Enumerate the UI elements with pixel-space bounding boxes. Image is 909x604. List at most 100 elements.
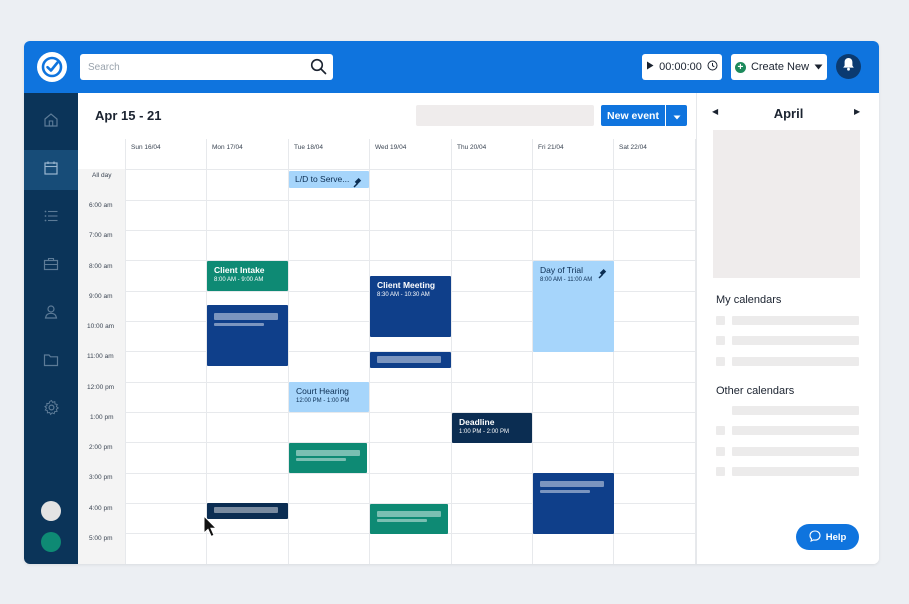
calendar-list-item[interactable] bbox=[716, 357, 860, 366]
time-label: 3:00 pm bbox=[89, 474, 113, 481]
app-logo-icon[interactable] bbox=[37, 52, 67, 82]
gavel-icon bbox=[598, 266, 608, 284]
event-text-placeholder bbox=[214, 507, 278, 513]
sidebar bbox=[24, 93, 78, 564]
grid-row-line bbox=[125, 442, 695, 443]
calendar-list-item[interactable] bbox=[716, 426, 860, 435]
right-panel: ◀ April ▶ My calendars Other calendars H… bbox=[696, 93, 879, 564]
sidebar-item-settings[interactable] bbox=[24, 390, 78, 430]
search-input[interactable] bbox=[80, 54, 300, 80]
top-bar: 00:00:00 + Create New bbox=[24, 41, 879, 93]
date-range-title: Apr 15 - 21 bbox=[95, 108, 162, 123]
event-placeholder[interactable] bbox=[207, 305, 288, 366]
time-label: 10:00 am bbox=[87, 323, 115, 330]
event-text-placeholder bbox=[377, 356, 441, 363]
sidebar-item-documents[interactable] bbox=[24, 342, 78, 382]
event-placeholder[interactable] bbox=[370, 504, 448, 534]
briefcase-icon bbox=[43, 256, 59, 277]
sidebar-item-contacts[interactable] bbox=[24, 294, 78, 334]
event-text-placeholder bbox=[296, 458, 346, 461]
next-month-button[interactable]: ▶ bbox=[854, 107, 860, 116]
event-ld-to-serve[interactable]: L/D to Serve... bbox=[289, 171, 369, 188]
event-text-placeholder bbox=[214, 323, 264, 326]
plus-icon: + bbox=[734, 61, 746, 73]
calendar-list-item[interactable] bbox=[716, 336, 860, 345]
event-time: 8:00 AM - 9:00 AM bbox=[214, 277, 264, 283]
other-calendars-title: Other calendars bbox=[716, 385, 795, 397]
day-header-sat: Sat 22/04 bbox=[619, 144, 647, 151]
new-event-button[interactable]: New event bbox=[601, 105, 665, 126]
event-text-placeholder bbox=[377, 519, 427, 522]
event-time: 8:00 AM - 11:00 AM bbox=[540, 277, 593, 283]
event-client-meeting[interactable]: Client Meeting 8:30 AM - 10:30 AM bbox=[370, 276, 451, 337]
bell-icon bbox=[842, 57, 855, 76]
calendar-list-item[interactable] bbox=[716, 447, 860, 456]
event-deadline[interactable]: Deadline 1:00 PM - 2:00 PM bbox=[452, 413, 532, 443]
time-label: 9:00 am bbox=[89, 293, 113, 300]
grid-row-line bbox=[125, 200, 695, 201]
new-event-dropdown-button[interactable] bbox=[666, 105, 687, 126]
calendar-main: Apr 15 - 21 New event Sun 16/04 Mon 17/0… bbox=[78, 93, 696, 564]
mouse-cursor-icon bbox=[203, 514, 219, 544]
event-title: Court Hearing bbox=[296, 386, 349, 396]
sidebar-item-matters[interactable] bbox=[24, 246, 78, 286]
time-label: 2:00 pm bbox=[89, 444, 113, 451]
notifications-button[interactable] bbox=[836, 54, 861, 79]
calendar-list-item[interactable] bbox=[716, 406, 860, 415]
mini-calendar[interactable] bbox=[713, 130, 860, 278]
sidebar-item-calendar[interactable] bbox=[24, 150, 78, 190]
my-calendars-title: My calendars bbox=[716, 294, 782, 306]
user-avatar[interactable] bbox=[41, 501, 61, 521]
sidebar-item-tasks[interactable] bbox=[24, 198, 78, 238]
day-header-fri: Fri 21/04 bbox=[538, 144, 564, 151]
event-placeholder[interactable] bbox=[207, 503, 288, 519]
event-title: Deadline bbox=[459, 417, 495, 427]
sidebar-item-home[interactable] bbox=[24, 102, 78, 142]
calendar-list-item[interactable] bbox=[716, 316, 860, 325]
event-client-intake[interactable]: Client Intake 8:00 AM - 9:00 AM bbox=[207, 261, 288, 291]
event-court-hearing[interactable]: Court Hearing 12:00 PM - 1:00 PM bbox=[289, 382, 369, 412]
create-new-label: Create New bbox=[750, 61, 810, 73]
caret-down-icon bbox=[814, 61, 823, 73]
event-title: Client Intake bbox=[214, 265, 265, 275]
time-label: 12:00 pm bbox=[87, 384, 115, 391]
grid-row-line bbox=[125, 412, 695, 413]
play-icon bbox=[646, 61, 654, 73]
time-label: 7:00 am bbox=[89, 232, 113, 239]
timer-button[interactable]: 00:00:00 bbox=[642, 54, 722, 80]
event-placeholder[interactable] bbox=[289, 443, 367, 473]
grid-row-line bbox=[125, 169, 695, 170]
calendar-list-item[interactable] bbox=[716, 467, 860, 476]
help-button[interactable]: Help bbox=[796, 524, 859, 550]
clock-icon bbox=[707, 60, 718, 74]
day-header-wed: Wed 19/04 bbox=[375, 144, 407, 151]
event-time: 8:30 AM - 10:30 AM bbox=[377, 292, 430, 298]
search-icon[interactable] bbox=[310, 58, 327, 80]
event-day-of-trial[interactable]: Day of Trial 8:00 AM - 11:00 AM bbox=[533, 261, 614, 352]
grid-row-line bbox=[125, 382, 695, 383]
status-avatar[interactable] bbox=[41, 532, 61, 552]
app-window: 00:00:00 + Create New bbox=[24, 41, 879, 564]
list-icon bbox=[43, 208, 59, 229]
time-label: 11:00 am bbox=[87, 353, 114, 360]
timer-value: 00:00:00 bbox=[659, 61, 702, 73]
event-text-placeholder bbox=[540, 490, 590, 493]
help-label: Help bbox=[825, 531, 847, 543]
event-placeholder[interactable] bbox=[533, 473, 614, 534]
grid-row-line bbox=[125, 230, 695, 231]
view-toolbar-placeholder bbox=[416, 105, 594, 126]
day-header-tue: Tue 18/04 bbox=[294, 144, 324, 151]
event-placeholder[interactable] bbox=[370, 352, 451, 368]
time-label: 5:00 pm bbox=[89, 535, 113, 542]
folder-icon bbox=[43, 352, 59, 373]
event-title: Day of Trial bbox=[540, 265, 583, 275]
create-new-button[interactable]: + Create New bbox=[731, 54, 827, 80]
caret-down-icon bbox=[673, 107, 681, 125]
event-text-placeholder bbox=[296, 450, 360, 456]
month-title: April bbox=[773, 106, 804, 121]
day-header-sun: Sun 16/04 bbox=[131, 144, 161, 151]
event-time: 1:00 PM - 2:00 PM bbox=[459, 429, 510, 435]
day-header-thu: Thu 20/04 bbox=[457, 144, 487, 151]
person-icon bbox=[43, 304, 59, 325]
time-label: 8:00 am bbox=[89, 263, 113, 270]
